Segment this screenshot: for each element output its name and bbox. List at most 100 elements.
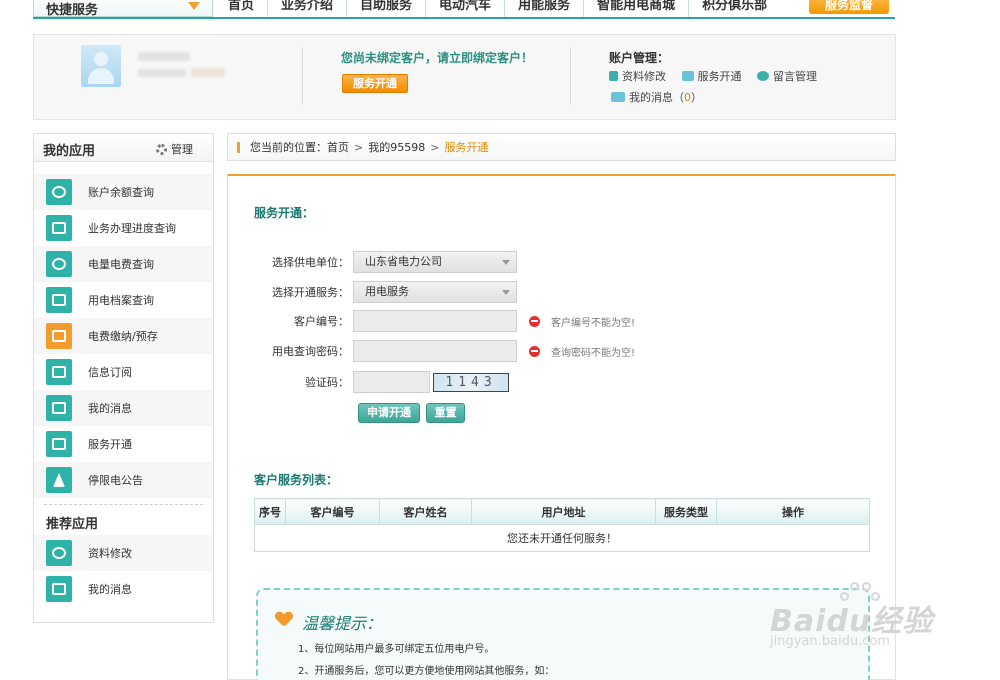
service-open-link[interactable]: 服务开通 xyxy=(681,68,742,84)
sidebar-item-payment[interactable]: 电费缴纳/预存 xyxy=(34,318,213,354)
apply-button[interactable]: 申请开通 xyxy=(358,403,420,423)
recommend-item-edit-profile[interactable]: 资料修改 xyxy=(34,535,213,571)
sidebar-header: 我的应用 管理 xyxy=(34,134,213,162)
tips-line: 2、开通服务后，您可以更方便地使用网站其他服务，如： xyxy=(298,666,555,677)
sidebar-item-progress-query[interactable]: 业务办理进度查询 xyxy=(34,210,213,246)
tips-title: 温馨提示： xyxy=(302,614,383,633)
breadcrumb-my95598[interactable]: 我的95598 xyxy=(368,139,425,155)
edit-profile-label: 资料修改 xyxy=(622,70,666,83)
user-info-redacted-2 xyxy=(191,68,225,77)
customer-no-input[interactable] xyxy=(353,310,517,332)
main-nav: 首页 业务介绍 自助服务 电动汽车 用能服务 智能用电商城 积分俱乐部 xyxy=(215,0,780,17)
balance-query-icon xyxy=(46,179,72,205)
my-messages-link[interactable]: 我的消息（ 0） xyxy=(611,89,702,105)
monitor-icon xyxy=(46,359,72,385)
divider xyxy=(302,47,303,105)
captcha-input[interactable] xyxy=(353,371,430,393)
sidebar-item-label: 业务办理进度查询 xyxy=(88,222,176,235)
password-label: 用电查询密码： xyxy=(272,345,349,358)
paw-icon xyxy=(840,582,880,606)
sidebar-item-label: 电量电费查询 xyxy=(88,258,154,271)
my-messages-label: 我的消息（ xyxy=(629,91,684,104)
breadcrumb-separator: > xyxy=(430,140,440,154)
col-customer-name: 客户姓名 xyxy=(379,498,472,525)
chat-bubble-icon xyxy=(757,71,769,81)
credit-card-icon xyxy=(46,323,72,349)
tower-icon xyxy=(46,467,72,493)
message-count: 0 xyxy=(684,90,691,104)
nav-smart-mall[interactable]: 智能用电商城 xyxy=(583,0,688,17)
password-error-text: 查询密码不能为空! xyxy=(551,347,636,359)
sidebar-item-archive-query[interactable]: 用电档案查询 xyxy=(34,282,213,318)
supplier-label: 选择供电单位： xyxy=(272,256,349,269)
nav-electric-vehicles[interactable]: 电动汽车 xyxy=(425,0,504,17)
recommend-item-messages[interactable]: 我的消息 xyxy=(34,571,213,607)
nav-energy-service[interactable]: 用能服务 xyxy=(504,0,583,17)
sidebar-item-service-open[interactable]: 服务开通 xyxy=(34,426,213,462)
sidebar-item-bill-query[interactable]: 电量电费查询 xyxy=(34,246,213,282)
sidebar-item-messages[interactable]: 我的消息 xyxy=(34,390,213,426)
sidebar-item-subscription[interactable]: 信息订阅 xyxy=(34,354,213,390)
list-icon xyxy=(46,215,72,241)
supplier-value: 山东省电力公司 xyxy=(365,255,442,268)
supplier-row: 选择供电单位： 山东省电力公司 xyxy=(228,251,668,273)
nav-self-service[interactable]: 自助服务 xyxy=(346,0,425,17)
table-row: 您还未开通任何服务！ xyxy=(254,524,870,552)
avatar-head-icon xyxy=(94,52,108,66)
account-links: 资料修改 服务开通 留言管理 我的消息（ 0） xyxy=(609,68,849,110)
envelope-icon xyxy=(46,395,72,421)
bind-service-button[interactable]: 服务开通 xyxy=(342,74,408,93)
col-customer-no: 客户编号 xyxy=(285,498,380,525)
reset-button[interactable]: 重置 xyxy=(426,403,465,423)
sidebar-item-balance-query[interactable]: 账户余额查询 xyxy=(34,174,213,210)
service-list-title: 客户服务列表： xyxy=(254,473,339,487)
password-input[interactable] xyxy=(353,340,517,362)
dropdown-arrow-icon xyxy=(188,2,200,10)
breadcrumb: 您当前的位置： 首页 > 我的95598 > 服务开通 xyxy=(227,133,896,161)
col-actions: 操作 xyxy=(716,498,870,525)
message-management-link[interactable]: 留言管理 xyxy=(757,68,817,84)
captcha-image[interactable]: 1143 xyxy=(433,372,509,392)
recommend-list: 资料修改 我的消息 xyxy=(34,535,213,607)
sidebar-item-label: 账户余额查询 xyxy=(88,186,154,199)
service-table: 序号 客户编号 客户姓名 用户地址 服务类型 操作 您还未开通任何服务！ xyxy=(254,498,870,552)
top-navigation: 快捷服务 首页 业务介绍 自助服务 电动汽车 用能服务 智能用电商城 积分俱乐部… xyxy=(33,0,895,19)
magnifier-icon xyxy=(46,251,72,277)
manage-apps-button[interactable]: 管理 xyxy=(156,141,193,157)
sidebar-item-outage-notice[interactable]: 停限电公告 xyxy=(34,462,213,498)
customer-no-error: 客户编号不能为空! xyxy=(529,314,635,329)
nav-points-club[interactable]: 积分俱乐部 xyxy=(688,0,780,17)
recommend-header: 推荐应用 xyxy=(34,505,213,535)
sidebar-title: 我的应用 xyxy=(43,144,96,159)
quick-services-menu[interactable]: 快捷服务 xyxy=(33,0,213,18)
nav-home[interactable]: 首页 xyxy=(215,0,267,17)
password-row: 用电查询密码： 查询密码不能为空! xyxy=(228,340,668,362)
error-icon xyxy=(529,315,540,327)
account-management-title: 账户管理： xyxy=(609,51,670,65)
heart-icon xyxy=(276,612,292,626)
quick-services-label: 快捷服务 xyxy=(46,3,99,18)
customer-no-error-text: 客户编号不能为空! xyxy=(551,317,636,329)
username-redacted xyxy=(138,52,190,61)
sidebar-item-label: 信息订阅 xyxy=(88,366,132,379)
captcha-label: 验证码： xyxy=(305,376,349,389)
sidebar-item-label: 用电档案查询 xyxy=(88,294,154,307)
supplier-select[interactable]: 山东省电力公司 xyxy=(353,251,517,273)
sidebar: 我的应用 管理 账户余额查询 业务办理进度查询 电量电费查询 用电档案查询 电费… xyxy=(33,133,214,623)
envelope-icon xyxy=(46,576,72,602)
service-supervision-button[interactable]: 服务监督 xyxy=(809,0,889,14)
form-title: 服务开通： xyxy=(254,206,315,220)
nav-business-intro[interactable]: 业务介绍 xyxy=(267,0,346,17)
message-count-close: ） xyxy=(691,91,702,104)
baidu-jingyan-watermark: Baidu经验 jingyan.baidu.com xyxy=(770,582,960,656)
checkbox-icon xyxy=(46,431,72,457)
inbox-icon xyxy=(611,92,625,102)
breadcrumb-home[interactable]: 首页 xyxy=(327,139,349,155)
service-select[interactable]: 用电服务 xyxy=(353,281,517,303)
divider xyxy=(570,47,571,105)
service-open-label: 服务开通 xyxy=(697,70,742,83)
sidebar-item-label: 电费缴纳/预存 xyxy=(88,330,158,343)
breadcrumb-prefix: 您当前的位置： xyxy=(250,141,327,154)
edit-profile-link[interactable]: 资料修改 xyxy=(609,68,666,84)
captcha-row: 验证码： 1143 xyxy=(228,371,668,393)
